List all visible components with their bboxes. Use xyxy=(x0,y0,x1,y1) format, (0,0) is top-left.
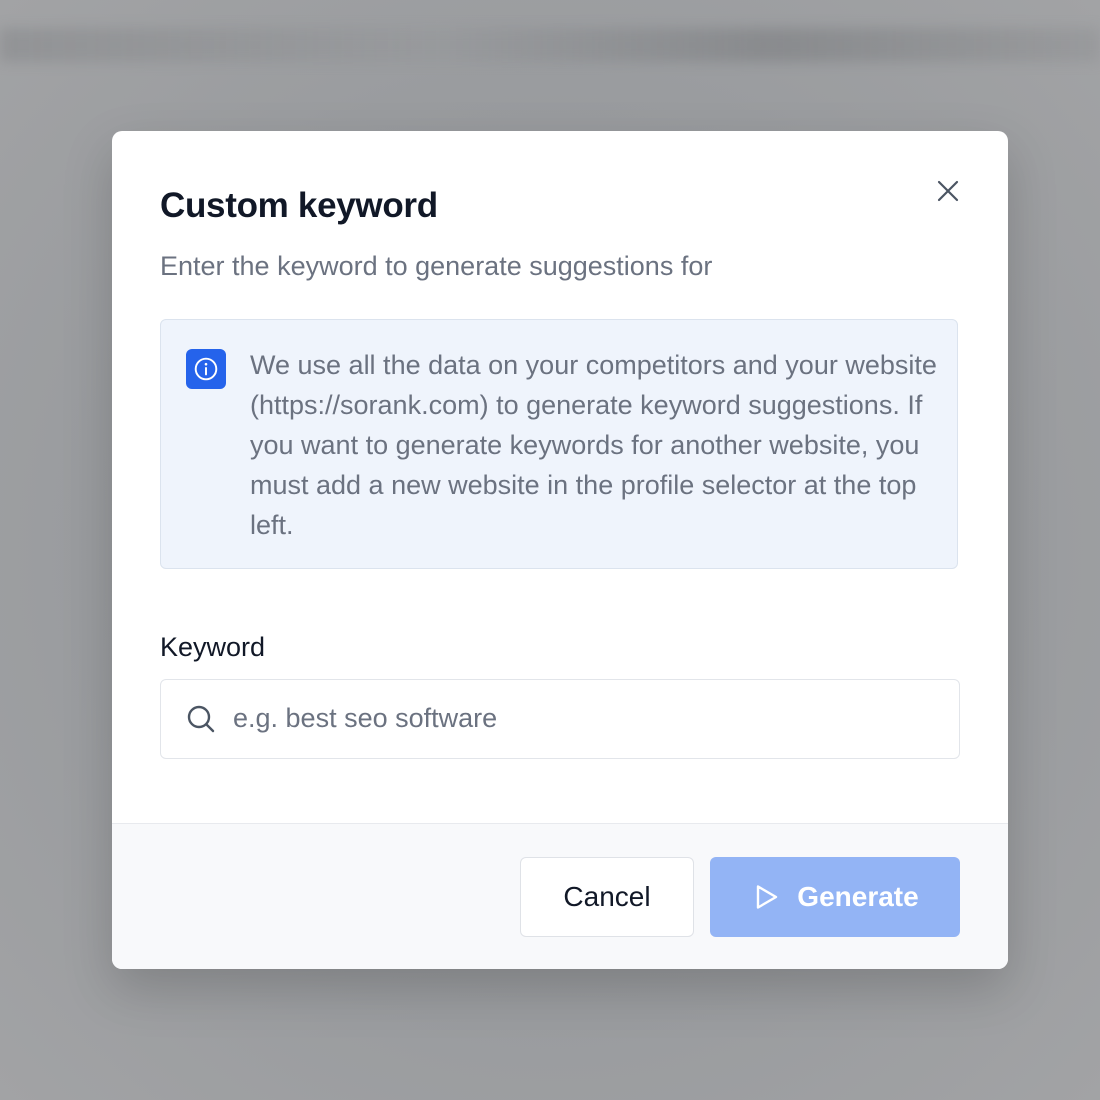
generate-button[interactable]: Generate xyxy=(710,857,960,937)
modal-title: Custom keyword xyxy=(160,186,438,225)
custom-keyword-modal: Custom keyword Enter the keyword to gene… xyxy=(112,131,1008,969)
close-button[interactable] xyxy=(932,175,964,207)
modal-subtitle: Enter the keyword to generate suggestion… xyxy=(160,251,713,281)
close-icon xyxy=(937,180,959,202)
blurred-header xyxy=(0,28,1100,62)
info-callout: We use all the data on your competitors … xyxy=(160,319,958,569)
keyword-input[interactable] xyxy=(233,680,933,757)
play-icon xyxy=(751,882,781,912)
keyword-label: Keyword xyxy=(160,632,266,662)
modal-footer: Cancel Generate xyxy=(112,823,1008,969)
keyword-field[interactable] xyxy=(160,679,960,759)
cancel-button[interactable]: Cancel xyxy=(520,857,694,937)
generate-label: Generate xyxy=(797,881,919,912)
info-icon xyxy=(186,349,226,389)
info-text: We use all the data on your competitors … xyxy=(250,350,937,540)
search-icon xyxy=(187,705,215,733)
